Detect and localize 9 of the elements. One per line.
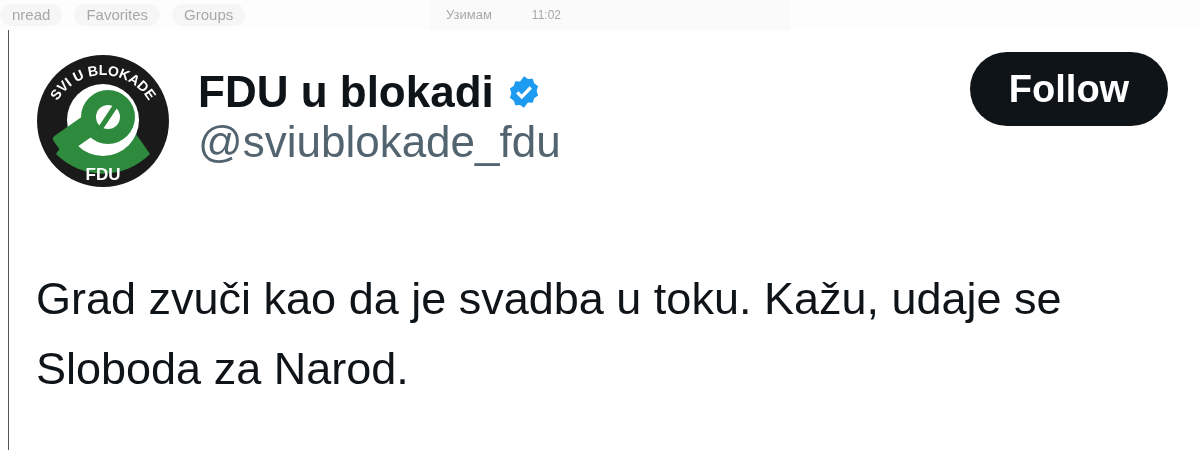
tab[interactable]: Favorites	[74, 4, 161, 26]
message-time: 11:02	[531, 7, 561, 24]
account-handle: @sviublokade_fdu	[198, 118, 561, 166]
account-name: FDU u blokadi	[198, 68, 494, 116]
tab[interactable]: Groups	[172, 4, 246, 26]
follow-button[interactable]: Follow	[970, 52, 1168, 126]
tab[interactable]: nread	[0, 4, 63, 26]
message-preview: Узимам	[446, 6, 492, 25]
tweet-text: Grad zvuči kao da je svadba u toku. Kažu, udaje se Sloboda za Narod.	[36, 272, 1063, 396]
